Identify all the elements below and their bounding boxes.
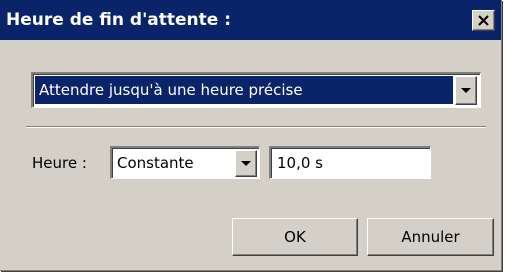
time-type-select[interactable]: Constante (110, 146, 260, 179)
wait-mode-value: Attendre jusqu'à une heure précise (39, 81, 303, 99)
time-label: Heure : (32, 154, 87, 172)
separator (26, 126, 486, 128)
dialog-title: Heure de fin d'attente : (6, 10, 232, 30)
wait-end-time-dialog: Heure de fin d'attente : Attendre jusqu'… (0, 0, 502, 271)
time-value-input[interactable]: 10,0 s (269, 146, 431, 179)
time-value-text: 10,0 s (277, 154, 323, 172)
chevron-down-icon (241, 161, 251, 166)
chevron-down-icon (461, 88, 471, 93)
close-x-icon (478, 15, 489, 26)
title-bar[interactable]: Heure de fin d'attente : (0, 0, 501, 40)
ok-button[interactable]: OK (232, 218, 358, 256)
close-button[interactable] (472, 10, 495, 31)
time-type-value: Constante (117, 154, 194, 172)
time-type-dropdown-button[interactable] (235, 150, 257, 177)
wait-mode-select[interactable]: Attendre jusqu'à une heure précise (31, 72, 481, 108)
cancel-button[interactable]: Annuler (367, 218, 494, 256)
wait-mode-dropdown-button[interactable] (455, 76, 477, 105)
